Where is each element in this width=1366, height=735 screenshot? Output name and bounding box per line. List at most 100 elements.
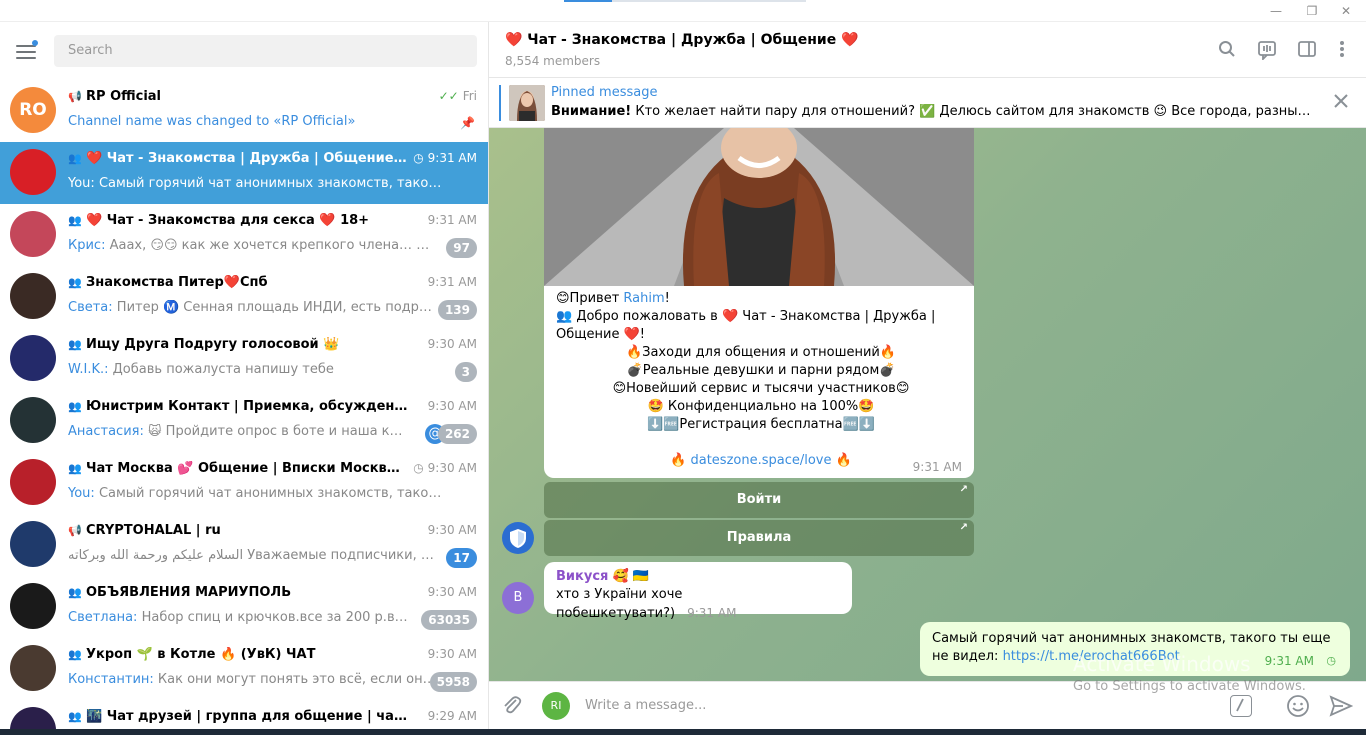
chat-preview: Крис: Ааах, 😏😏 как же хочется крепкого ч… [68, 238, 438, 253]
sender-name[interactable]: Викуся [556, 569, 608, 584]
watermark-title: Activate Windows [1073, 652, 1251, 676]
chat-list-item[interactable]: 👥 ❤️ Чат - Знакомства | Дружба | Общение … [0, 142, 488, 204]
message-body: 😊Привет Rahim! 👥 Добро пожаловать в ❤️ Ч… [556, 290, 966, 470]
pinned-message-bar[interactable]: Pinned message Внимание! Кто желает найт… [489, 78, 1366, 128]
message-link-line: 🔥 dateszone.space/love 🔥 [670, 453, 852, 468]
unread-badge: 3 [454, 362, 477, 382]
unread-badge: 63035 [421, 610, 477, 630]
search-input[interactable]: Search [54, 35, 477, 67]
conversation-panel: ❤️ Чат - Знакомства | Дружба | Общение ❤… [489, 22, 1366, 735]
preview-sender: Светлана: [68, 610, 138, 625]
chat-header-title[interactable]: ❤️ Чат - Знакомства | Дружба | Общение ❤… [505, 32, 859, 48]
bot-avatar-shield-icon[interactable] [502, 522, 534, 554]
chat-preview: Channel name was changed to «RP Official… [68, 114, 448, 129]
chat-time: 9:31 AM [427, 275, 477, 289]
incoming-text: хто з України хоче побешкетувати?) [556, 587, 683, 621]
clock-icon: ◷ [413, 461, 424, 475]
chat-list-item[interactable]: 👥 ОБЪЯВЛЕНИЯ МАРИУПОЛЬ 9:30 AM Светлана: На… [0, 576, 488, 638]
mention-link[interactable]: Rahim [623, 291, 664, 306]
group-icon: 👥 [68, 214, 82, 227]
chat-list-item[interactable]: 👥 ❤️ Чат - Знакомства для секса ❤️ 18+ 9:3… [0, 204, 488, 266]
search-icon[interactable] [1216, 40, 1238, 62]
chat-time: 9:30 AM [427, 585, 477, 599]
chat-time: 9:29 AM [427, 709, 477, 723]
chat-title-text: ❤️ Чат - Знакомства | Дружба | Общение ❤… [86, 151, 408, 166]
close-icon[interactable] [1334, 92, 1348, 113]
send-icon[interactable] [1329, 694, 1354, 722]
restore-button[interactable]: ❐ [1298, 2, 1326, 20]
chat-title: 👥 ❤️ Чат - Знакомства для секса ❤️ 18+ [68, 213, 408, 228]
read-ticks-icon: ✓✓ [438, 89, 459, 103]
pinned-accent-bar [499, 85, 501, 121]
preview-sender: Анастасия: [68, 424, 144, 439]
megaphone-icon: 📢 [68, 90, 82, 103]
pinned-thumbnail [509, 85, 545, 121]
message-url[interactable]: dateszone.space/love [690, 453, 831, 468]
avatar [10, 459, 56, 505]
message-input[interactable]: Write a message... [585, 698, 706, 713]
chat-time: 9:30 AM [427, 399, 477, 413]
avatar [10, 583, 56, 629]
message-composer: RI Write a message... Go to Settings to … [489, 679, 1366, 729]
message-line-1: 🔥Заходи для общения и отношений🔥 [625, 345, 897, 360]
preview-text: Channel name was changed to «RP Official… [68, 114, 356, 129]
chat-title-text: ОБЪЯВЛЕНИЯ МАРИУПОЛЬ [86, 585, 292, 600]
chat-time: ◷ 9:31 AM [413, 151, 477, 165]
attach-icon[interactable] [501, 694, 523, 720]
chat-preview: Светлана: Набор спиц и крючков.все за 20… [68, 610, 438, 625]
titlebar-strip [612, 0, 806, 2]
more-options-icon[interactable] [1331, 40, 1353, 62]
message-photo[interactable] [544, 128, 974, 286]
chat-list-item[interactable]: RO 📢 RP Official ✓✓ Fri Channel name was chan… [0, 80, 488, 142]
chat-preview: Константин: Как они могут понять это всё… [68, 672, 438, 687]
external-link-icon: ↗ [959, 522, 968, 533]
chat-title: 📢 RP Official [68, 89, 408, 104]
chat-title-text: Знакомства Питер❤️Спб [86, 275, 268, 290]
bot-message-card: 😊Привет Rahim! 👥 Добро пожаловать в ❤️ Ч… [544, 128, 974, 478]
chat-time: 9:30 AM [427, 337, 477, 351]
emoji-icon[interactable] [1286, 694, 1310, 722]
close-window-button[interactable]: ✕ [1332, 2, 1360, 20]
bot-commands-icon[interactable] [1230, 695, 1252, 717]
message-line-3: 😊Новейший сервис и тысячи участников😊 [612, 381, 910, 396]
chat-list-item[interactable]: 👥 Укроп 🌱 в Котле 🔥 (УвК) ЧАТ 9:30 AM Конст… [0, 638, 488, 700]
chat-title-text: Чат Москва 💕 Общение | Вписки Москвы | З… [86, 461, 408, 476]
chat-list-item[interactable]: 👥 Юнистрим Контакт | Приемка, обсуждение 9… [0, 390, 488, 452]
chat-title-text: Юнистрим Контакт | Приемка, обсуждение [86, 399, 408, 414]
unread-badge: 17 [446, 548, 477, 568]
chat-header-members[interactable]: 8,554 members [505, 54, 600, 68]
chat-list-item[interactable]: 👥 Знакомства Питер❤️Спб 9:31 AM Света: Пите… [0, 266, 488, 328]
live-stream-icon[interactable] [1256, 40, 1278, 62]
avatar [10, 211, 56, 257]
preview-text: Как они могут понять это всё, если они в… [157, 672, 438, 687]
greeting-line: 😊Привет Rahim! [556, 291, 670, 306]
chat-title: 👥 Чат Москва 💕 Общение | Вписки Москвы | … [68, 461, 408, 476]
chat-list-item[interactable]: 👥 Чат Москва 💕 Общение | Вписки Москвы | … [0, 452, 488, 514]
external-link-icon: ↗ [959, 484, 968, 495]
chat-time: 9:30 AM [427, 647, 477, 661]
clock-icon: ◷ [413, 151, 424, 165]
avatar: RO [10, 87, 56, 133]
preview-text: 🙀 Пройдите опрос в боте и наша команда … [147, 424, 408, 439]
group-icon: 👥 [68, 152, 82, 165]
preview-sender: Света: [68, 300, 113, 315]
chat-preview: You: Самый горячий чат анонимных знакомс… [68, 176, 448, 191]
send-as-avatar[interactable]: RI [542, 692, 570, 720]
chat-header: ❤️ Чат - Знакомства | Дружба | Общение ❤… [489, 22, 1366, 78]
login-button[interactable]: Войти ↗ [544, 482, 974, 518]
minimize-button[interactable]: — [1262, 2, 1290, 20]
sidebar-toggle-icon[interactable] [1296, 40, 1318, 62]
preview-sender: You: [68, 486, 95, 501]
unread-badge: 139 [437, 300, 477, 320]
rules-button[interactable]: Правила ↗ [544, 520, 974, 556]
avatar [10, 149, 56, 195]
chat-title: 👥 🌃 Чат друзей | группа для общение | чат… [68, 709, 408, 724]
user-avatar[interactable]: В [502, 582, 534, 614]
preview-text: السلام عليكم ورحمة الله وبركاته Уважаемы… [68, 548, 438, 563]
pinned-body: Кто желает найти пару для отношений? ✅ Д… [631, 104, 1311, 119]
avatar [10, 273, 56, 319]
titlebar-accent [564, 0, 612, 2]
chat-list-item[interactable]: 👥 Ищу Друга Подругу голосовой 👑 9:30 AM W.I… [0, 328, 488, 390]
preview-text: Добавь пожалуста напишу тебе [112, 362, 334, 377]
chat-list-item[interactable]: 📢 CRYPTOHALAL | ru 9:30 AM السلام عليكم ورح… [0, 514, 488, 576]
